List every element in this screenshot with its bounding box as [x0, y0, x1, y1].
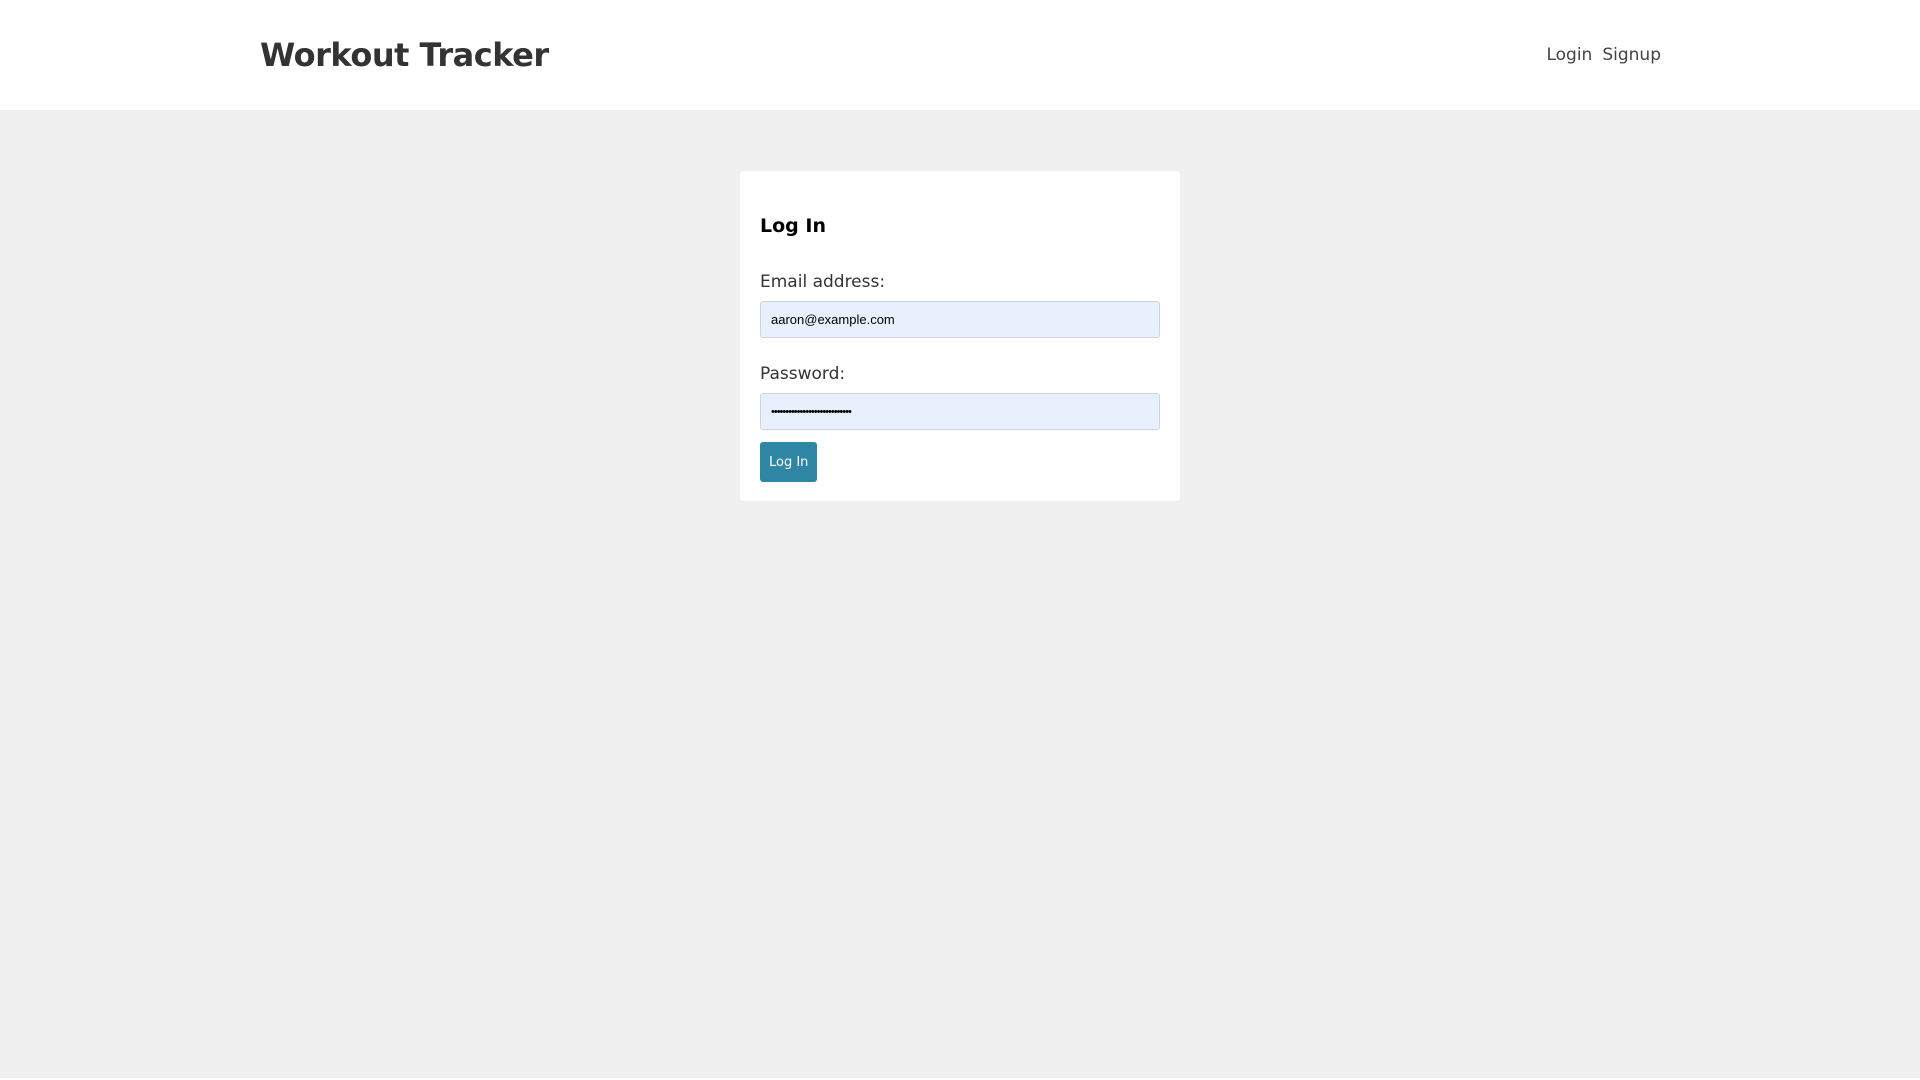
nav-signup-link[interactable]: Signup: [1602, 44, 1661, 66]
main-nav: Login Signup: [1546, 44, 1661, 66]
main-content: Log In Email address: Password: Log In: [0, 110, 1920, 1080]
site-header: Workout Tracker Login Signup: [0, 0, 1920, 110]
email-field[interactable]: [760, 301, 1160, 338]
brand-logo-link[interactable]: Workout Tracker: [260, 33, 549, 77]
login-card: Log In Email address: Password: Log In: [740, 171, 1180, 501]
password-field[interactable]: [760, 393, 1160, 430]
password-label: Password:: [760, 364, 846, 384]
login-submit-button[interactable]: Log In: [760, 442, 818, 482]
nav-login-link[interactable]: Login: [1546, 44, 1592, 66]
page: Workout Tracker Login Signup Log In Emai…: [0, 0, 1920, 1080]
login-title: Log In: [760, 215, 826, 237]
email-label: Email address:: [760, 272, 886, 292]
